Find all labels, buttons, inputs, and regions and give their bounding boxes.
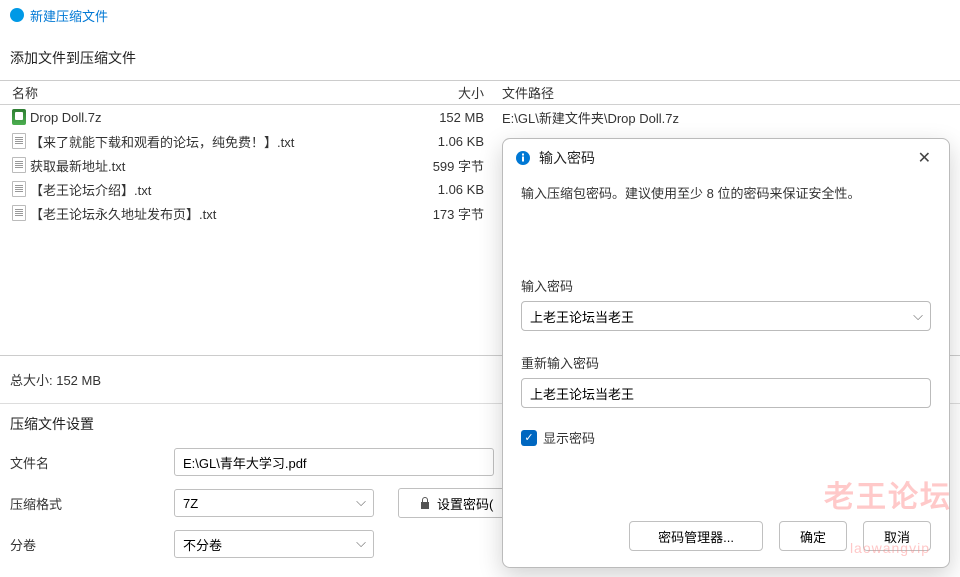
close-icon[interactable]: ✕ bbox=[912, 146, 937, 170]
file-name: 【老王论坛介绍】.txt bbox=[30, 180, 151, 199]
dialog-title: 输入密码 bbox=[539, 148, 595, 168]
show-password-label: 显示密码 bbox=[543, 428, 595, 447]
file-name: 【老王论坛永久地址发布页】.txt bbox=[30, 204, 216, 223]
file-size: 1.06 KB bbox=[396, 182, 496, 197]
page-subtitle: 添加文件到压缩文件 bbox=[0, 30, 960, 80]
list-header: 名称 大小 文件路径 bbox=[0, 81, 960, 105]
filename-label: 文件名 bbox=[10, 453, 160, 472]
split-label: 分卷 bbox=[10, 535, 160, 554]
window-title-bar: 新建压缩文件 bbox=[0, 0, 960, 30]
password-confirm-input[interactable] bbox=[521, 378, 931, 408]
col-path-header[interactable]: 文件路径 bbox=[496, 83, 954, 102]
set-password-label: 设置密码( bbox=[437, 494, 493, 513]
app-icon bbox=[10, 8, 24, 22]
show-password-row[interactable]: ✓ 显示密码 bbox=[521, 428, 931, 447]
file-name: 【来了就能下载和观看的论坛，纯免费！】.txt bbox=[30, 132, 294, 151]
checkbox-checked-icon[interactable]: ✓ bbox=[521, 430, 537, 446]
password-confirm-label: 重新输入密码 bbox=[521, 353, 931, 372]
dialog-footer: 密码管理器... 确定 取消 bbox=[503, 509, 949, 567]
password-dialog: 输入密码 ✕ 输入压缩包密码。建议使用至少 8 位的密码来保证安全性。 输入密码… bbox=[502, 138, 950, 568]
set-password-button[interactable]: 设置密码( bbox=[398, 488, 514, 518]
col-size-header[interactable]: 大小 bbox=[396, 83, 496, 102]
table-row[interactable]: Drop Doll.7z 152 MBE:\GL\新建文件夹\Drop Doll.… bbox=[0, 105, 960, 129]
split-select[interactable] bbox=[174, 530, 374, 558]
ok-button[interactable]: 确定 bbox=[779, 521, 847, 551]
password-manager-button[interactable]: 密码管理器... bbox=[629, 521, 763, 551]
file-size: 173 字节 bbox=[396, 204, 496, 223]
dialog-desc: 输入压缩包密码。建议使用至少 8 位的密码来保证安全性。 bbox=[521, 183, 931, 202]
password-input[interactable] bbox=[521, 301, 931, 331]
dialog-header: 输入密码 ✕ bbox=[503, 139, 949, 177]
text-file-icon bbox=[12, 181, 26, 197]
file-size: 1.06 KB bbox=[396, 134, 496, 149]
file-size: 599 字节 bbox=[396, 156, 496, 175]
lock-icon bbox=[419, 496, 431, 510]
col-name-header[interactable]: 名称 bbox=[6, 83, 396, 102]
info-icon bbox=[515, 150, 531, 166]
format-select[interactable] bbox=[174, 489, 374, 517]
file-size: 152 MB bbox=[396, 110, 496, 125]
format-label: 压缩格式 bbox=[10, 494, 160, 513]
file-path: E:\GL\新建文件夹\Drop Doll.7z bbox=[496, 108, 954, 127]
cancel-button[interactable]: 取消 bbox=[863, 521, 931, 551]
filename-input[interactable] bbox=[174, 448, 494, 476]
password-label: 输入密码 bbox=[521, 276, 931, 295]
file-name: Drop Doll.7z bbox=[30, 110, 102, 125]
text-file-icon bbox=[12, 133, 26, 149]
file-name: 获取最新地址.txt bbox=[30, 156, 125, 175]
text-file-icon bbox=[12, 205, 26, 221]
archive-icon bbox=[12, 109, 26, 125]
window-title: 新建压缩文件 bbox=[30, 6, 108, 25]
text-file-icon bbox=[12, 157, 26, 173]
